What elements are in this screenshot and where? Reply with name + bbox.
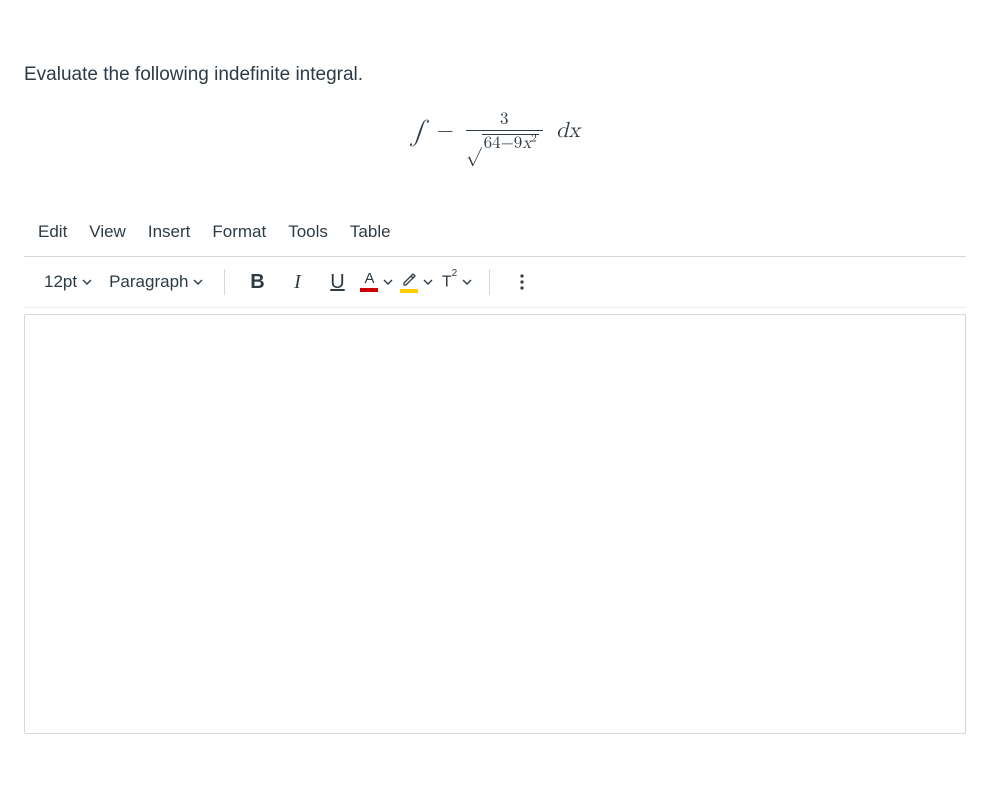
font-size-label: 12pt (44, 272, 77, 292)
menu-view[interactable]: View (89, 222, 126, 242)
minus-sign: − (435, 120, 452, 142)
chevron-down-icon (422, 276, 434, 288)
radical-sign: √ (466, 133, 482, 152)
editor-content-area[interactable] (24, 314, 966, 734)
menu-table[interactable]: Table (350, 222, 391, 242)
editor-menu-bar: Edit View Insert Format Tools Table (24, 214, 966, 257)
block-format-label: Paragraph (109, 272, 188, 292)
superscript-button[interactable]: T2 (439, 265, 475, 299)
highlight-color-button[interactable] (399, 265, 435, 299)
fraction: 3 √64−9x2 (466, 110, 543, 154)
chevron-down-icon (81, 276, 93, 288)
bold-button[interactable]: B (239, 265, 275, 299)
question-prompt: Evaluate the following indefinite integr… (24, 64, 966, 86)
more-options-button[interactable] (504, 265, 540, 299)
chevron-down-icon (461, 276, 473, 288)
block-format-dropdown[interactable]: Paragraph (103, 265, 210, 299)
text-color-icon: A (360, 273, 378, 292)
chevron-down-icon (382, 276, 394, 288)
toolbar-separator (224, 269, 225, 295)
more-vertical-icon (514, 273, 530, 291)
menu-tools[interactable]: Tools (288, 222, 328, 242)
superscript-icon: T2 (442, 272, 457, 291)
italic-icon: I (294, 271, 301, 294)
dx: dx (556, 120, 580, 142)
rich-text-editor: Edit View Insert Format Tools Table 12pt… (24, 214, 966, 734)
bold-icon: B (250, 271, 264, 294)
denominator: √64−9x2 (466, 131, 543, 154)
menu-insert[interactable]: Insert (148, 222, 191, 242)
font-size-dropdown[interactable]: 12pt (38, 265, 99, 299)
chevron-down-icon (192, 276, 204, 288)
toolbar-separator (489, 269, 490, 295)
text-color-button[interactable]: A (359, 265, 395, 299)
underline-button[interactable]: U (319, 265, 355, 299)
underline-icon: U (330, 271, 344, 294)
menu-format[interactable]: Format (212, 222, 266, 242)
numerator: 3 (466, 110, 543, 131)
integral-sign: ∫ (410, 118, 426, 147)
integral-expression: ∫ − 3 √64−9x2 dx (24, 110, 966, 154)
menu-edit[interactable]: Edit (38, 222, 67, 242)
italic-button[interactable]: I (279, 265, 315, 299)
highlight-icon (400, 272, 418, 293)
editor-toolbar: 12pt Paragraph B I U (24, 257, 966, 308)
